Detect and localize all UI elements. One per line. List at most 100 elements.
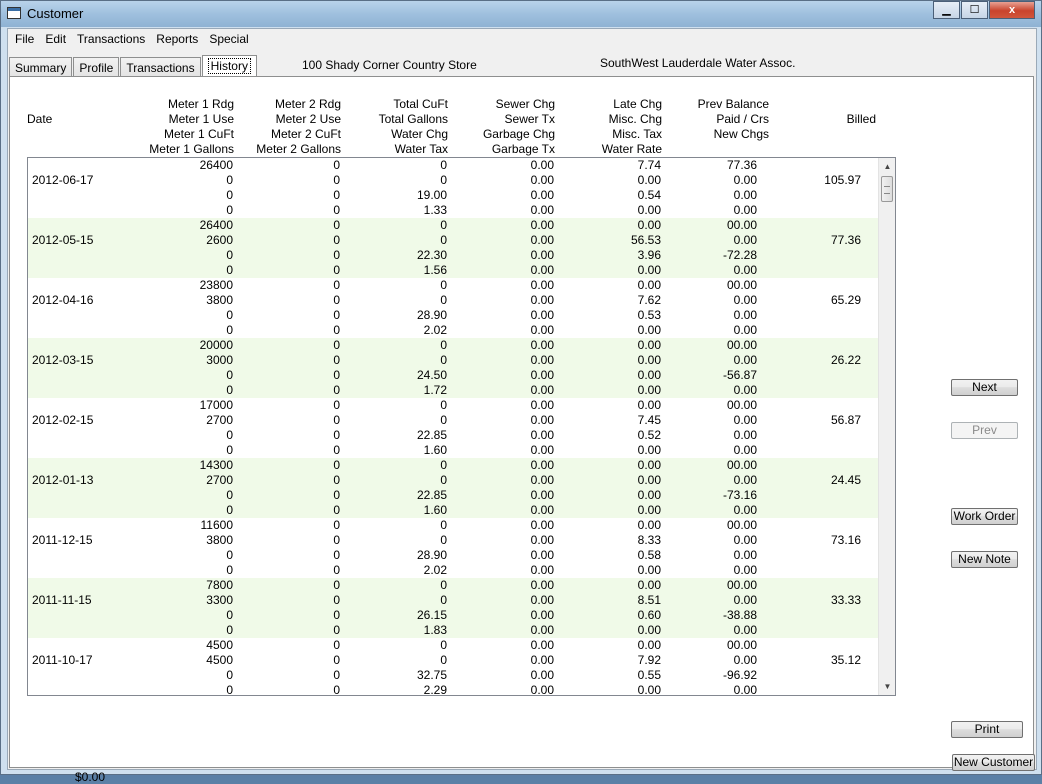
record-value: 0.00 — [530, 533, 554, 547]
record-date: 2012-05-15 — [32, 233, 94, 247]
history-record[interactable]: 2012-04-16 23800 3800 0 0 0 0 0 0 0 0 28.90 2.02 0.00… — [28, 278, 879, 338]
record-date: 2011-11-15 — [32, 593, 92, 607]
record-value: 0 — [226, 383, 233, 397]
record-value: 0 — [333, 338, 340, 352]
close-button[interactable]: x — [989, 1, 1035, 19]
maximize-button[interactable]: ☐ — [961, 1, 988, 19]
history-record[interactable]: 2011-10-17 4500 4500 0 0 0 0 0 0 0 0 32.75 2.29 0.00 0… — [28, 638, 879, 696]
history-tab-page: Date Meter 1 Rdg Meter 1 Use Meter 1 CuF… — [9, 76, 1034, 784]
menu-transactions[interactable]: Transactions — [72, 29, 151, 50]
history-record[interactable]: 2012-03-15 20000 3000 0 0 0 0 0 0 0 0 24.50 1.72 0.00… — [28, 338, 879, 398]
record-value: 77.36 — [726, 158, 757, 172]
menu-edit[interactable]: Edit — [40, 29, 72, 50]
tab-history[interactable]: History — [201, 55, 257, 77]
record-value: 0.00 — [733, 443, 757, 457]
menu-file[interactable]: File — [10, 29, 40, 50]
record-value: 0 — [333, 443, 340, 457]
record-value: 0.00 — [530, 353, 554, 367]
record-value: 0 — [333, 233, 340, 247]
record-value: 0.00 — [530, 248, 554, 262]
tab-summary-label: Summary — [15, 61, 67, 75]
record-value: 0.53 — [637, 308, 661, 322]
record-value: 0.00 — [530, 293, 554, 307]
record-value: 0 — [440, 218, 447, 232]
record-value: 0.00 — [637, 203, 661, 217]
record-value: 0 — [333, 383, 340, 397]
scroll-up-icon[interactable]: ▲ — [879, 158, 895, 175]
record-value: 0.00 — [637, 563, 661, 577]
record-value: 26400 — [199, 218, 233, 232]
record-value: 0 — [226, 563, 233, 577]
title-bar[interactable]: Customer ▁ ☐ x — [1, 1, 1041, 27]
record-value: 0 — [440, 233, 447, 247]
record-value: 0.00 — [733, 323, 757, 337]
record-value: 0 — [333, 203, 340, 217]
record-value: 0 — [333, 158, 340, 172]
record-value: 0 — [333, 173, 340, 187]
record-value: 0 — [226, 203, 233, 217]
record-value: 0.00 — [530, 158, 554, 172]
history-table[interactable]: 2012-06-17 26400 0 0 0 0 0 0 0 0 0 19.00 1.33 0.00 0.0… — [27, 157, 896, 696]
record-value: 0.00 — [637, 353, 661, 367]
record-value: 0.00 — [530, 218, 554, 232]
header-meter2-cuft: Meter 2 CuFt — [270, 127, 341, 141]
history-record[interactable]: 2011-11-15 7800 3300 0 0 0 0 0 0 0 0 26.15 1.83 0.00 0… — [28, 578, 879, 638]
record-value: 0 — [226, 263, 233, 277]
record-value: 0.00 — [530, 398, 554, 412]
new-customer-button[interactable]: New Customer — [952, 754, 1035, 771]
work-order-button[interactable]: Work Order — [951, 508, 1018, 525]
record-value: 2.02 — [423, 563, 447, 577]
record-value: 1.83 — [423, 623, 447, 637]
history-record[interactable]: 2012-02-15 17000 2700 0 0 0 0 0 0 0 0 22.85 1.60 0.00… — [28, 398, 879, 458]
record-value: 0.00 — [530, 308, 554, 322]
record-value: -96.92 — [722, 668, 757, 682]
record-value: 0 — [226, 368, 233, 382]
record-value: 0.00 — [733, 188, 757, 202]
new-note-button[interactable]: New Note — [951, 551, 1018, 568]
minimize-button[interactable]: ▁ — [933, 1, 960, 19]
record-value: 0 — [440, 278, 447, 292]
client-area: File Edit Transactions Reports Special S… — [7, 28, 1037, 784]
scroll-down-icon[interactable]: ▼ — [879, 678, 895, 695]
record-billed: 73.16 — [830, 533, 861, 547]
header-meter2-use: Meter 2 Use — [275, 112, 341, 126]
history-record[interactable]: 2012-06-17 26400 0 0 0 0 0 0 0 0 0 19.00 1.33 0.00 0.0… — [28, 158, 879, 218]
record-value: 3800 — [206, 533, 233, 547]
record-value: 0.00 — [637, 518, 661, 532]
history-record[interactable]: 2012-01-13 14300 2700 0 0 0 0 0 0 0 0 22.85 1.60 0.00… — [28, 458, 879, 518]
history-record[interactable]: 2011-12-15 11600 3800 0 0 0 0 0 0 0 0 28.90 2.02 0.00… — [28, 518, 879, 578]
record-value: 0.00 — [637, 683, 661, 696]
scroll-thumb[interactable] — [881, 176, 893, 202]
menu-special[interactable]: Special — [204, 29, 254, 50]
record-value: 0.00 — [733, 653, 757, 667]
vertical-scrollbar[interactable]: ▲ ▼ — [878, 158, 895, 695]
record-value: 0 — [333, 428, 340, 442]
record-value: 0 — [333, 668, 340, 682]
history-record[interactable]: 2012-05-15 26400 2600 0 0 0 0 0 0 0 0 22.30 1.56 0.00… — [28, 218, 879, 278]
header-meter1-cuft: Meter 1 CuFt — [163, 127, 234, 141]
record-date: 2011-12-15 — [32, 533, 93, 547]
record-value: 2700 — [206, 413, 233, 427]
header-prev-balance: Prev Balance — [697, 97, 769, 111]
record-value: 0.00 — [637, 323, 661, 337]
record-value: 0 — [226, 323, 233, 337]
prev-button[interactable]: Prev — [951, 422, 1018, 439]
menu-reports[interactable]: Reports — [151, 29, 204, 50]
record-date: 2011-10-17 — [32, 653, 93, 667]
record-value: 0.00 — [530, 368, 554, 382]
record-value: -73.16 — [722, 488, 757, 502]
record-value: 0.00 — [530, 233, 554, 247]
record-value: 0.00 — [530, 548, 554, 562]
record-value: 0 — [333, 188, 340, 202]
header-water-chg: Water Chg — [391, 127, 448, 141]
record-value: 0.00 — [637, 173, 661, 187]
print-button[interactable]: Print — [951, 721, 1023, 738]
next-button[interactable]: Next — [951, 379, 1018, 396]
record-value: 7.74 — [637, 158, 661, 172]
tab-transactions[interactable]: Transactions — [120, 57, 201, 77]
record-value: 0.00 — [530, 338, 554, 352]
tab-profile[interactable]: Profile — [73, 57, 120, 77]
tab-summary[interactable]: Summary — [9, 57, 73, 77]
record-value: 0.00 — [733, 308, 757, 322]
record-value: 1.56 — [423, 263, 447, 277]
